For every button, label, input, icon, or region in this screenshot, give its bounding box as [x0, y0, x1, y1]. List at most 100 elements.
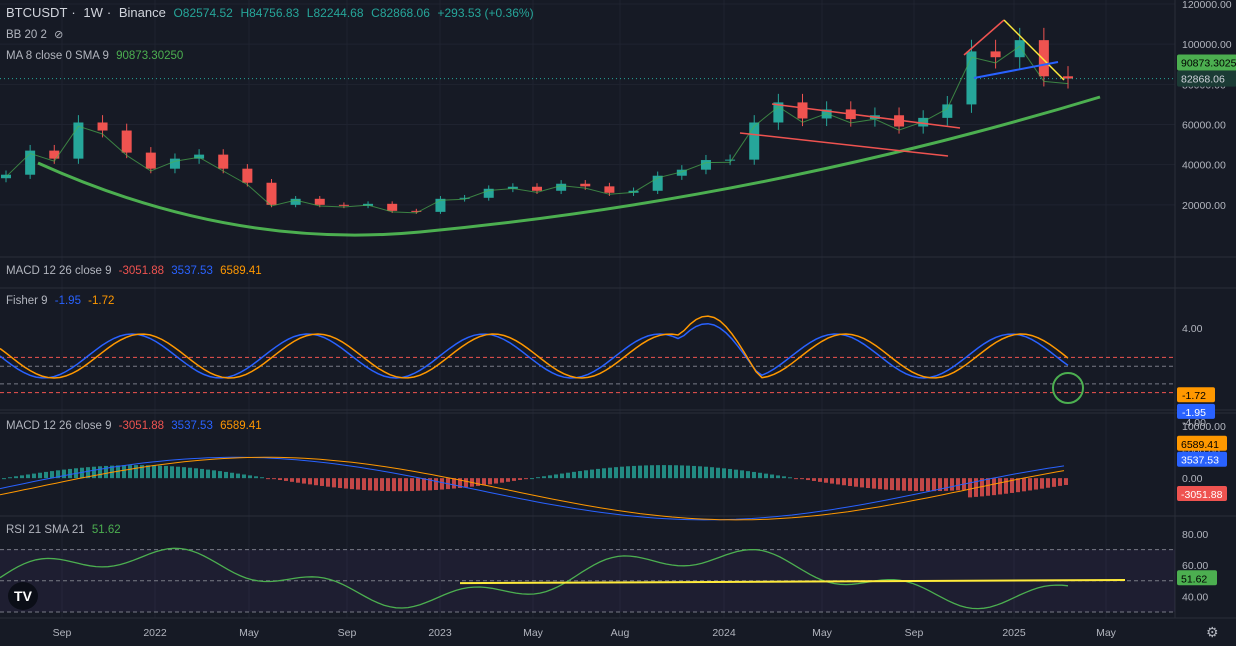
- macd-histogram-bar: [1028, 478, 1032, 491]
- ma-value: 90873.30250: [116, 50, 184, 62]
- macd-histogram-bar: [260, 477, 264, 479]
- macd-histogram-bar: [614, 467, 618, 479]
- candle-body: [556, 183, 567, 191]
- bb-label: BB 20 2: [6, 29, 47, 41]
- tradingview-logo-icon[interactable]: TV: [8, 582, 38, 610]
- macd-signal-value: 6589.41: [220, 265, 262, 277]
- candle-body: [797, 102, 808, 119]
- macd-histogram-bar: [890, 478, 894, 491]
- macd-histogram-bar: [200, 468, 204, 479]
- macd-histogram-bar: [194, 468, 198, 479]
- macd-histogram-bar: [560, 473, 564, 479]
- macd-histogram-bar: [122, 465, 126, 479]
- macd-histogram-bar: [518, 478, 522, 480]
- fisher-trigger-line: [0, 315, 1069, 379]
- macd-histogram-bar: [554, 474, 558, 479]
- symbol-name[interactable]: BTCUSDT: [6, 5, 67, 20]
- macd-histogram-bar: [230, 472, 234, 479]
- macd-histogram-bar: [488, 478, 492, 485]
- macd-histogram-bar: [932, 478, 936, 492]
- macd-histogram-bar: [782, 476, 786, 479]
- macd-histogram-bar: [8, 477, 12, 479]
- macd-histogram-bar: [2, 478, 6, 480]
- chart-canvas[interactable]: Sep 2022 May Sep 2023 May Aug 2024 May Sep 2025 May…: [0, 0, 1236, 646]
- price-y-tick: 120000.00: [1182, 0, 1232, 11]
- macd-histogram-bar: [26, 474, 30, 479]
- fisher-y-tick: 4.00: [1182, 323, 1203, 335]
- gear-icon[interactable]: ⚙: [1206, 624, 1219, 641]
- x-tick-label: May: [1096, 627, 1117, 639]
- macd-histogram-bar: [896, 478, 900, 491]
- rsi-label: RSI 21 SMA 21: [6, 524, 85, 536]
- candle-body: [218, 154, 229, 169]
- macd-signal-value-2: 6589.41: [220, 420, 262, 432]
- macd-histogram-bar: [578, 471, 582, 479]
- macd-histogram-bar: [650, 465, 654, 479]
- macd-hist-tag: -3051.88: [1181, 489, 1223, 501]
- rsi-pane[interactable]: [0, 547, 1175, 613]
- macd-histogram-bar: [734, 469, 738, 479]
- macd-histogram-bar: [1064, 478, 1068, 485]
- ohlc-low: L82244.68: [306, 6, 364, 20]
- bb-legend[interactable]: BB 20 2 ⊘: [6, 28, 67, 41]
- macd-histogram-bar: [908, 478, 912, 491]
- x-tick-label: Aug: [611, 627, 630, 639]
- ohlc-high: H84756.83: [240, 6, 300, 20]
- rsi-legend[interactable]: RSI 21 SMA 21 51.62: [6, 524, 125, 536]
- macd-histogram-bar: [374, 478, 378, 491]
- macd-histogram-bar: [188, 467, 192, 479]
- ma-legend[interactable]: MA 8 close 0 SMA 9 90873.30250: [6, 50, 187, 62]
- eye-off-icon[interactable]: ⊘: [54, 29, 63, 41]
- macd-histogram-bar: [500, 478, 504, 483]
- macd-histogram-bar: [800, 478, 804, 480]
- macd-histogram-bar: [410, 478, 414, 492]
- ohlc-change: +293.53 (+0.36%): [437, 6, 534, 20]
- candle-body: [725, 159, 736, 161]
- macd-histogram-bar: [620, 466, 624, 479]
- macd-histogram-bar: [290, 478, 294, 482]
- macd-histogram-bar: [830, 478, 834, 484]
- rsi-value-tag: 51.62: [1181, 573, 1207, 585]
- macd-histogram-bar: [32, 473, 36, 479]
- macd-histogram-bar: [368, 478, 372, 491]
- fisher-legend[interactable]: Fisher 9 -1.95 -1.72: [6, 295, 118, 307]
- macd-histogram-bar: [434, 478, 438, 490]
- macd-histogram-bar: [626, 466, 630, 479]
- macd-histogram-bar: [134, 465, 138, 479]
- macd-histogram-bar: [686, 465, 690, 479]
- x-tick-label: May: [812, 627, 833, 639]
- macd-histogram-bar: [722, 468, 726, 479]
- symbol-legend[interactable]: BTCUSDT · 1W · Binance O82574.52 H84756.83…: [6, 5, 538, 20]
- macd-legend[interactable]: MACD 12 26 close 9 -3051.88 3537.53 6589…: [6, 420, 266, 432]
- macd-histogram-bar: [14, 476, 18, 479]
- interval[interactable]: 1W: [83, 5, 103, 20]
- macd-histogram-bar: [716, 467, 720, 479]
- macd-histogram-bar: [1022, 478, 1026, 492]
- fisher-pane[interactable]: [0, 315, 1175, 404]
- candle-body: [1038, 40, 1049, 77]
- macd-histogram-bar: [680, 465, 684, 479]
- macd-value-2: 3537.53: [171, 420, 213, 432]
- parabolic-support-curve: [37, 95, 1101, 237]
- macd-histogram-bar: [842, 478, 846, 486]
- channel-lower-line: [739, 132, 949, 157]
- macd-histogram-bar: [968, 478, 972, 498]
- macd-histogram-bar: [692, 465, 696, 479]
- macd-histogram-bar: [440, 478, 444, 490]
- macd-histogram-bar: [758, 472, 762, 479]
- x-tick-label: May: [523, 627, 544, 639]
- macd-histogram-bar: [926, 478, 930, 492]
- fisher-trigger-tag: -1.72: [1182, 390, 1206, 402]
- macd-histogram-bar: [608, 467, 612, 479]
- macd-histogram-bar: [1046, 478, 1050, 488]
- rsi-y-tick: 80.00: [1182, 529, 1208, 541]
- price-y-tick: 60000.00: [1182, 120, 1226, 132]
- macd-histogram-bar: [254, 476, 258, 479]
- macd-legend-top[interactable]: MACD 12 26 close 9 -3051.88 3537.53 6589…: [6, 265, 266, 277]
- candle-body: [338, 204, 349, 206]
- macd-histogram-bar: [740, 470, 744, 479]
- macd-histogram-bar: [1052, 478, 1056, 487]
- macd-histogram-bar: [710, 467, 714, 479]
- macd-histogram-bar: [272, 478, 276, 480]
- macd-pane[interactable]: [0, 456, 1068, 521]
